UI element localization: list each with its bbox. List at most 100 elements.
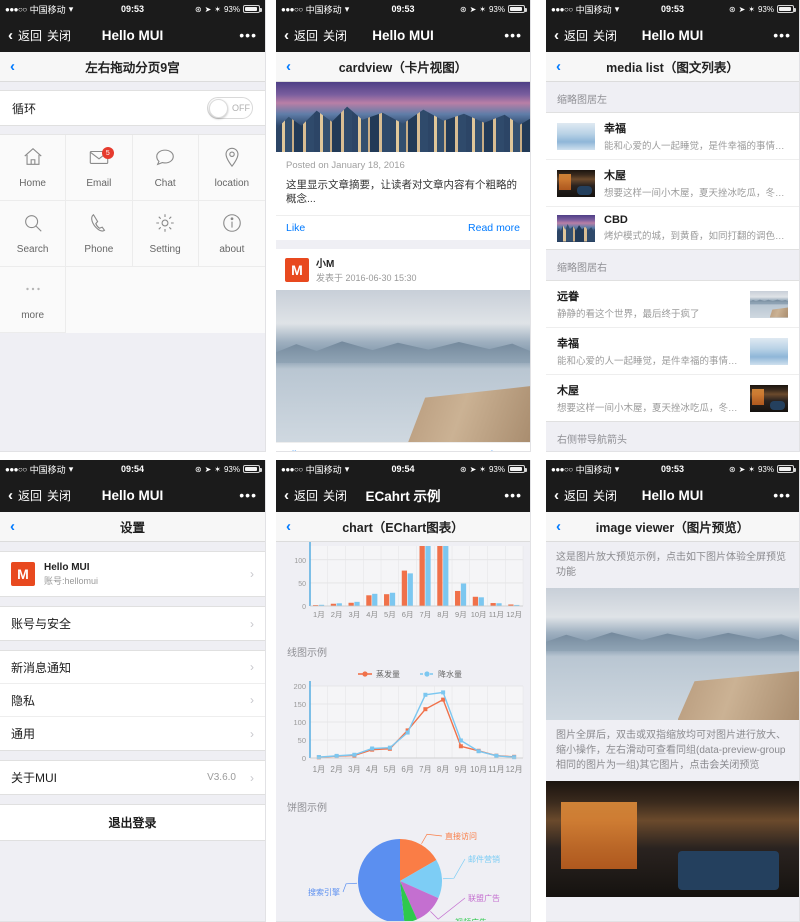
nav-close-label[interactable]: 关闭: [47, 487, 71, 504]
carrier-label: 中国移动: [575, 464, 612, 475]
lake-pier-photo[interactable]: [276, 290, 530, 443]
sub-header: ‹ image viewer（图片预览）: [546, 512, 799, 542]
svg-text:3月: 3月: [349, 610, 361, 619]
back-chevron-icon[interactable]: ‹: [8, 488, 13, 503]
back-chevron-icon[interactable]: ‹: [284, 28, 289, 43]
grid-item-setting[interactable]: Setting: [132, 201, 199, 267]
grid-item-about[interactable]: about: [198, 201, 265, 267]
more-icon[interactable]: •••: [504, 488, 522, 502]
spacer: [0, 542, 265, 551]
panel-imageviewer: ●●●○○ 中国移动 ▾ 09:53 ⊛ ➤ ✶ 93% ‹ 返回 关闭 Hel…: [546, 460, 800, 922]
nav-left-group[interactable]: ‹ 返回 关闭: [284, 27, 347, 44]
back-chevron-icon[interactable]: ‹: [554, 28, 559, 43]
list-item[interactable]: 木屋 想要这样一间小木屋，夏天挫冰吃瓜，冬天围炉取暖.: [546, 375, 799, 421]
sub-header: ‹ chart（EChart图表）: [276, 512, 530, 542]
nav-back-label[interactable]: 返回: [564, 487, 588, 504]
alarm-icon: ⊛: [194, 4, 202, 14]
settings-row-security[interactable]: 账号与安全 ›: [0, 607, 265, 640]
nav-back-label[interactable]: 返回: [294, 27, 318, 44]
back-chevron-icon[interactable]: ‹: [284, 488, 289, 503]
grid-item-phone[interactable]: Phone: [66, 201, 133, 267]
logout-button[interactable]: 退出登录: [0, 804, 265, 841]
sub-back-icon[interactable]: ‹: [10, 518, 15, 535]
pie-chart[interactable]: 直接访问邮件营销联盟广告视频广告 搜索引擎: [280, 817, 527, 921]
grid-item-more[interactable]: more: [0, 267, 67, 333]
imageviewer-body[interactable]: 这是图片放大预览示例，点击如下图片体验全屏预览功能 图片全屏后，双击或双指缩放均…: [546, 542, 799, 921]
sub-back-icon[interactable]: ‹: [556, 58, 561, 75]
settings-row-general[interactable]: 通用 ›: [0, 717, 265, 750]
nav-close-label[interactable]: 关闭: [323, 27, 347, 44]
media-list-left: 幸福 能和心爱的人一起睡觉，是件幸福的事情；可是，... 木屋 想要这样一间小木…: [546, 112, 799, 250]
city-skyline-photo[interactable]: [276, 82, 530, 152]
settings-row-about[interactable]: 关于MUI V3.6.0 ›: [0, 761, 265, 794]
grid-item-search[interactable]: Search: [0, 201, 67, 267]
more-icon[interactable]: •••: [504, 28, 522, 42]
grid-item-location[interactable]: location: [198, 135, 265, 201]
grid-item-chat[interactable]: Chat: [132, 135, 199, 201]
nav-close-label[interactable]: 关闭: [47, 27, 71, 44]
panel-grid9: ●●●○○ 中国移动 ▾ 09:53 ⊛ ➤ ✶ 93% ‹ 返回 关闭 Hel…: [0, 0, 266, 452]
nav-left-group[interactable]: ‹ 返回 关闭: [8, 487, 71, 504]
nav-left-group[interactable]: ‹ 返回 关闭: [554, 487, 617, 504]
nav-back-label[interactable]: 返回: [564, 27, 588, 44]
card-article[interactable]: Posted on January 18, 2016 这里显示文章摘要，让读者对…: [276, 82, 530, 241]
nav-left-group[interactable]: ‹ 返回 关闭: [284, 487, 347, 504]
back-chevron-icon[interactable]: ‹: [8, 28, 13, 43]
more-icon[interactable]: •••: [773, 488, 791, 502]
nav-back-label[interactable]: 返回: [18, 487, 42, 504]
card-post[interactable]: M 小M 发表于 2016-06-30 15:30 Like Comment R…: [276, 249, 530, 451]
living-room-photo[interactable]: [546, 781, 799, 897]
medialist-body[interactable]: 缩略图居左 幸福 能和心爱的人一起睡觉，是件幸福的事情；可是，... 木屋 想要…: [546, 82, 799, 451]
nav-left-group[interactable]: ‹ 返回 关闭: [554, 27, 617, 44]
list-item-text: 木屋 想要这样一间小木屋，夏天挫冰吃瓜，冬天围炉取暖.: [604, 167, 788, 199]
sub-back-icon[interactable]: ‹: [556, 518, 561, 535]
bar-chart[interactable]: 0 50 100 1月 2月 3月 4月 5月 6月 7月 8月 9月 10月 11月 12月: [280, 542, 527, 637]
account-row[interactable]: M Hello MUI 账号:hellomui ›: [0, 552, 265, 596]
list-item[interactable]: 幸福 能和心爱的人一起睡觉，是件幸福的事情；可是，...: [546, 113, 799, 160]
read-more-button[interactable]: Read more: [468, 449, 520, 451]
list-item[interactable]: 幸福 能和心爱的人一起睡觉，是件幸福的事情；可是，...: [546, 328, 799, 375]
gear-icon: [154, 212, 176, 239]
like-button[interactable]: Like: [286, 449, 305, 451]
echart-body[interactable]: 0 50 100 1月 2月 3月 4月 5月 6月 7月 8月 9月 10月 11月 12月 线图示例 蒸…: [276, 542, 530, 921]
list-item[interactable]: 远眷 静静的看这个世界，最后终于疯了: [546, 281, 799, 328]
svg-text:11月: 11月: [488, 765, 504, 774]
list-item[interactable]: CBD 烤炉模式的城，到黄昏，如同打翻的调色盘一般.: [546, 207, 799, 249]
screenshot-grid: ●●●○○ 中国移动 ▾ 09:53 ⊛ ➤ ✶ 93% ‹ 返回 关闭 Hel…: [0, 0, 800, 922]
loop-toggle-row[interactable]: 循环 OFF: [0, 90, 265, 126]
settings-row-label: 新消息通知: [11, 660, 72, 675]
snow-photo: [557, 122, 595, 150]
sub-back-icon[interactable]: ‹: [10, 58, 15, 75]
nav-back-label[interactable]: 返回: [294, 487, 318, 504]
sub-back-icon[interactable]: ‹: [286, 58, 291, 75]
nav-close-label[interactable]: 关闭: [323, 487, 347, 504]
like-button[interactable]: Like: [286, 222, 305, 234]
grid-item-email[interactable]: 5 Email: [66, 135, 133, 201]
comment-button[interactable]: Comment: [364, 449, 410, 451]
cardview-body[interactable]: Posted on January 18, 2016 这里显示文章摘要，让读者对…: [276, 82, 530, 451]
settings-row-privacy[interactable]: 隐私 ›: [0, 684, 265, 717]
battery-percent: 93%: [488, 4, 505, 14]
nav-close-label[interactable]: 关闭: [593, 27, 617, 44]
line-chart[interactable]: 蒸发量 降水量 0 50 100 150 200 1月 2月 3月 4月 5月 6月 7月 8月 9月 10月 1…: [280, 662, 527, 792]
list-item-title: 远眷: [557, 291, 579, 303]
svg-text:10月: 10月: [470, 765, 487, 774]
battery-percent: 93%: [488, 464, 505, 474]
settings-body[interactable]: M Hello MUI 账号:hellomui › 账号与安全 › 新消息通知 …: [0, 542, 265, 921]
sub-back-icon[interactable]: ‹: [286, 518, 291, 535]
read-more-button[interactable]: Read more: [468, 222, 520, 234]
nav-left-group[interactable]: ‹ 返回 关闭: [8, 27, 71, 44]
settings-row-notifications[interactable]: 新消息通知 ›: [0, 651, 265, 684]
more-icon[interactable]: •••: [773, 28, 791, 42]
back-chevron-icon[interactable]: ‹: [554, 488, 559, 503]
loop-toggle-switch[interactable]: OFF: [207, 97, 253, 119]
list-item[interactable]: 木屋 想要这样一间小木屋，夏天挫冰吃瓜，冬天围炉取暖.: [546, 160, 799, 207]
more-icon[interactable]: •••: [239, 28, 257, 42]
grid-item-home[interactable]: Home: [0, 135, 67, 201]
card-scroll[interactable]: Posted on January 18, 2016 这里显示文章摘要，让读者对…: [276, 82, 530, 451]
nav-back-label[interactable]: 返回: [18, 27, 42, 44]
more-icon[interactable]: •••: [239, 488, 257, 502]
line-chart-label: 线图示例: [287, 648, 327, 659]
lake-pier-photo[interactable]: [546, 588, 799, 720]
nav-close-label[interactable]: 关闭: [593, 487, 617, 504]
